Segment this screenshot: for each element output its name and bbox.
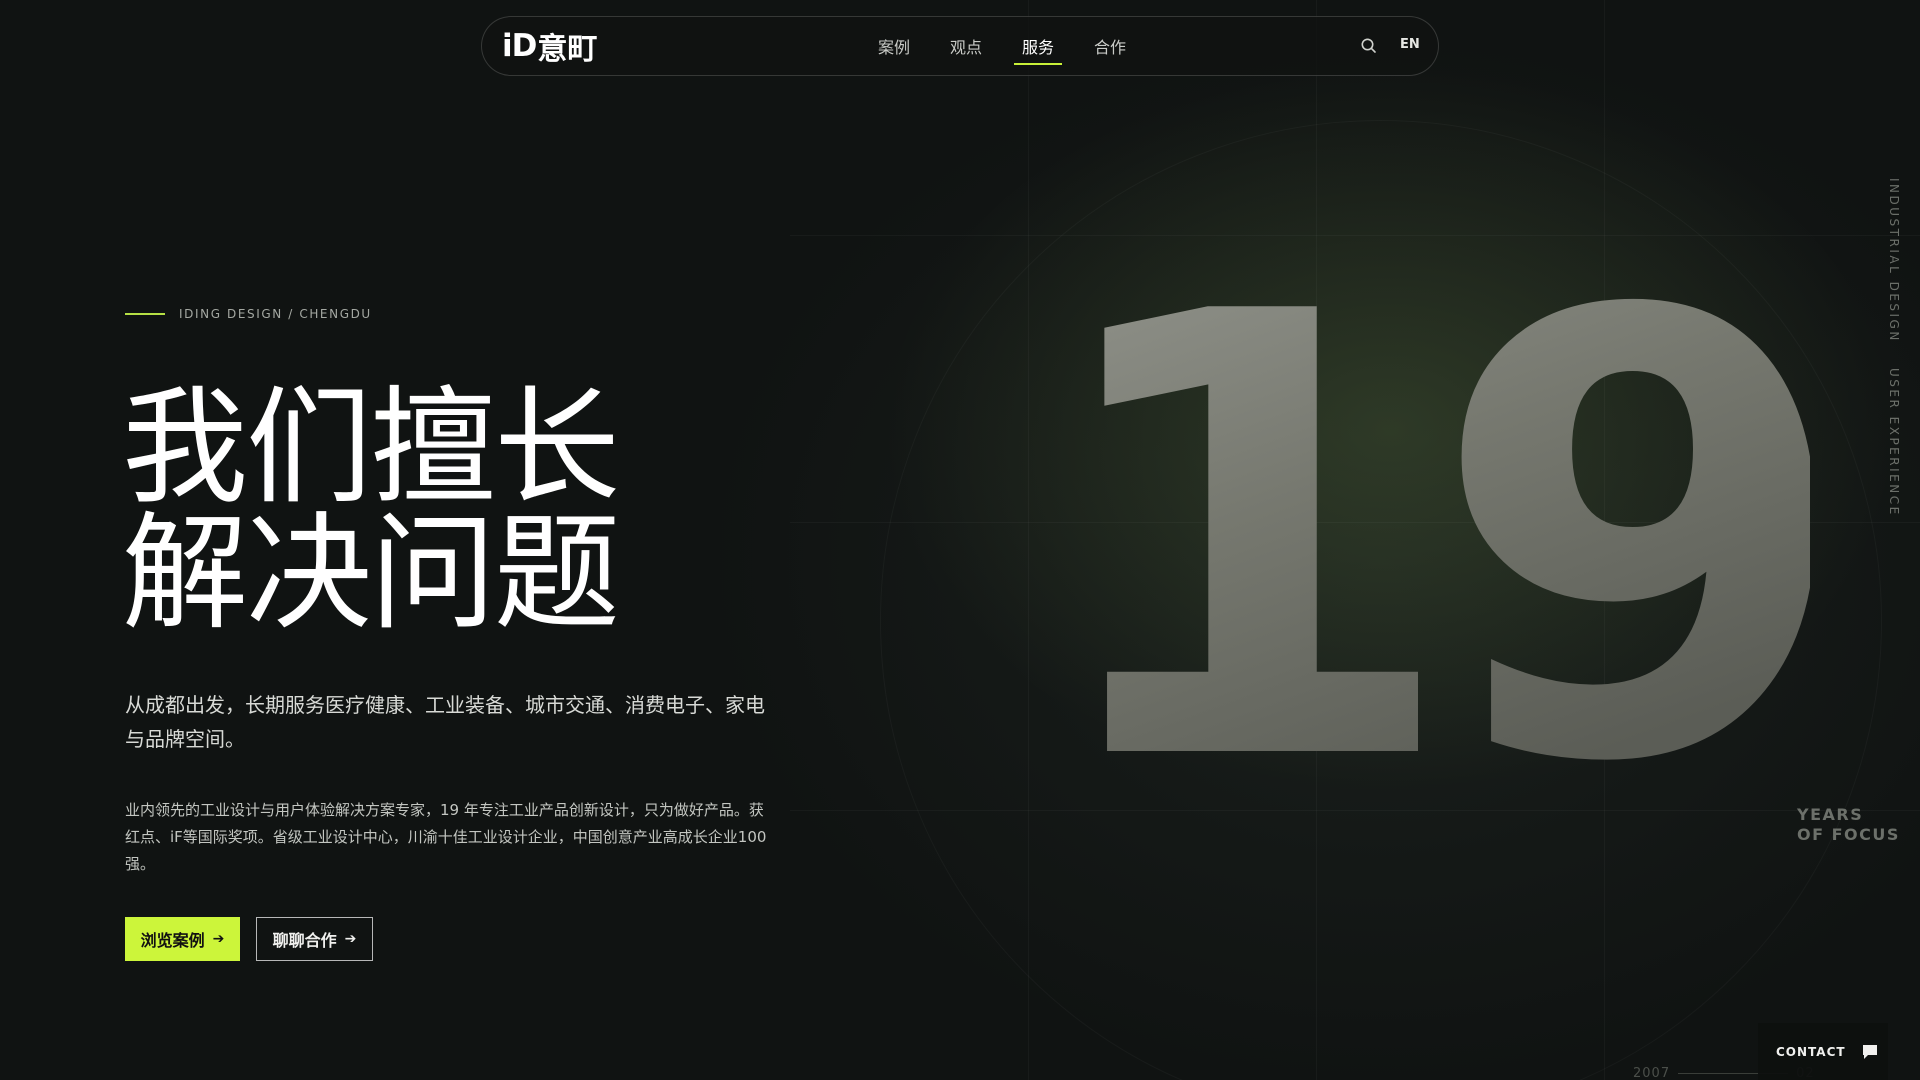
nav-links: 案例 观点 服务 合作 [858, 17, 1146, 75]
years-caption: YEARS OF FOCUS [1797, 805, 1900, 845]
language-switch[interactable]: EN [1400, 37, 1420, 52]
arrow-right-icon: ➔ [212, 931, 225, 947]
years-caption-line-1: YEARS [1797, 805, 1864, 824]
vertical-label-user-experience: USER EXPERIENCE [1887, 368, 1901, 517]
logo-mark: iD [502, 28, 537, 64]
contact-button[interactable]: CONTACT [1758, 1023, 1888, 1080]
browse-cases-button[interactable]: 浏览案例 ➔ [125, 917, 240, 961]
eyebrow: IDING DESIGN / CHENGDU [125, 307, 372, 321]
headline-line-1: 我们擅长 [122, 374, 620, 521]
nav-link-insights[interactable]: 观点 [930, 34, 1002, 58]
top-navigation: iD 意町 案例 观点 服务 合作 EN [481, 16, 1439, 76]
headline-line-2: 解决问题 [122, 500, 620, 647]
hero-lead: 从成都出发，长期服务医疗健康、工业装备、城市交通、消费电子、家电与品牌空间。 [125, 693, 765, 751]
chat-bubble-icon [1862, 1044, 1877, 1059]
nav-link-cooperation[interactable]: 合作 [1074, 34, 1146, 58]
search-icon [1361, 38, 1376, 53]
arrow-right-icon: ➔ [344, 931, 357, 947]
browse-cases-label: 浏览案例 [140, 931, 205, 950]
nav-link-services[interactable]: 服务 [1002, 34, 1074, 65]
chat-cooperation-button[interactable]: 聊聊合作 ➔ [256, 917, 373, 961]
hero-description: 业内领先的工业设计与用户体验解决方案专家，19 年专注工业产品创新设计，只为做好… [125, 801, 767, 873]
logo-name: 意町 [537, 32, 598, 67]
page: iD 意町 案例 观点 服务 合作 EN IDING DESIGN / CHEN… [0, 0, 1920, 1080]
hero-headline: 我们擅长 解决问题 [122, 374, 620, 647]
eyebrow-accent-line [125, 313, 165, 315]
eyebrow-text: IDING DESIGN / CHENGDU [179, 307, 372, 321]
years-caption-line-2: OF FOCUS [1797, 825, 1900, 844]
timeline-start: 2007 [1633, 1066, 1671, 1080]
logo[interactable]: iD 意町 [502, 28, 597, 67]
contact-label: CONTACT [1776, 1044, 1846, 1059]
nav-link-cases[interactable]: 案例 [858, 34, 930, 58]
search-button[interactable] [1359, 36, 1379, 56]
vertical-label-industrial-design: INDUSTRIAL DESIGN [1887, 178, 1901, 343]
chat-cooperation-label: 聊聊合作 [272, 931, 337, 950]
years-big-number: 19 [1035, 185, 1855, 895]
